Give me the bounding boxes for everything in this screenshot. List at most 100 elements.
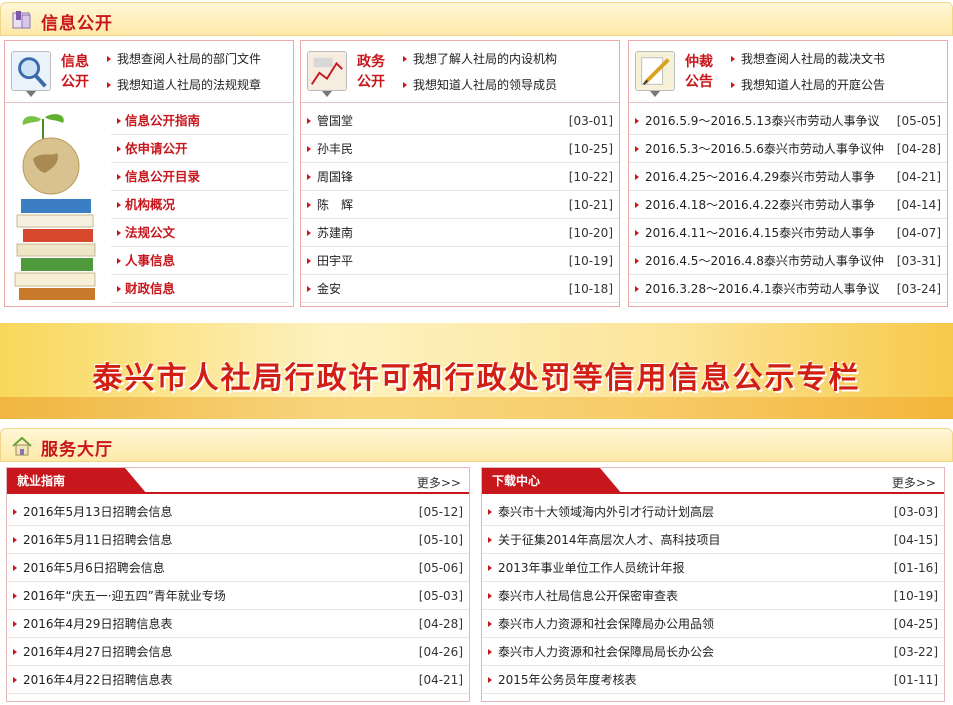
list-item[interactable]: 2016.4.25～2016.4.29泰兴市劳动人事争 [04-21] xyxy=(629,163,947,191)
tab-download-center[interactable]: 下载中心 xyxy=(482,468,622,494)
list-item[interactable]: 孙丰民 [10-25] xyxy=(301,135,619,163)
more-link[interactable]: 更多>> xyxy=(892,474,936,491)
list-item-date: [04-21] xyxy=(892,163,941,190)
list-item-title[interactable]: 陈 辉 xyxy=(317,198,353,212)
list-item[interactable]: 管国堂 [03-01] xyxy=(301,107,619,135)
list-item[interactable]: 2016年4月27日招聘会信息 [04-26] xyxy=(7,638,469,666)
link-regulations[interactable]: 我想知道人社局的法规规章 xyxy=(105,76,261,102)
list-item[interactable]: 田宇平 [10-19] xyxy=(301,247,619,275)
list-item-title[interactable]: 2015年公务员年度考核表 xyxy=(498,673,637,687)
list-item[interactable]: 2016.4.11～2016.4.15泰兴市劳动人事争 [04-07] xyxy=(629,219,947,247)
list-item-title[interactable]: 苏建南 xyxy=(317,226,353,240)
employment-list: 2016年5月13日招聘会信息 [05-12] 2016年5月11日招聘会信息 [05… xyxy=(7,498,469,694)
tab-employment-guide[interactable]: 就业指南 xyxy=(7,468,147,494)
list-item-title[interactable]: 泰兴市人力资源和社会保障局局长办公会 xyxy=(498,645,714,659)
link-hearing-notices[interactable]: 我想知道人社局的开庭公告 xyxy=(729,76,885,102)
list-item[interactable]: 陈 辉 [10-21] xyxy=(301,191,619,219)
chart-icon xyxy=(307,51,347,91)
service-section-title: 服务大厅 xyxy=(41,440,113,460)
list-item[interactable]: 泰兴市人社局信息公开保密审查表 [10-19] xyxy=(482,582,944,610)
list-item-title[interactable]: 2016.4.5～2016.4.8泰兴市劳动人事争议仲 xyxy=(645,254,884,268)
list-item[interactable]: 2015年公务员年度考核表 [01-11] xyxy=(482,666,944,694)
book-icon xyxy=(12,11,31,29)
home-icon xyxy=(12,436,32,456)
list-item[interactable]: 苏建南 [10-20] xyxy=(301,219,619,247)
leader-list: 管国堂 [03-01] 孙丰民 [10-25] 周国锋 [10-22] 陈 辉 [10-21]… xyxy=(301,107,619,303)
list-item[interactable]: 金安 [10-18] xyxy=(301,275,619,303)
list-item[interactable]: 信息公开指南 xyxy=(111,107,289,135)
list-item[interactable]: 2013年事业单位工作人员统计年报 [01-16] xyxy=(482,554,944,582)
list-item-title[interactable]: 2016.4.18～2016.4.22泰兴市劳动人事争 xyxy=(645,198,875,212)
list-item[interactable]: 2016年4月22日招聘信息表 [04-21] xyxy=(7,666,469,694)
credit-info-banner[interactable]: 泰兴市人社局行政许可和行政处罚等信用信息公示专栏 xyxy=(0,323,953,419)
list-item-title[interactable]: 2016年5月6日招聘会信息 xyxy=(23,561,165,575)
list-item-date: [04-15] xyxy=(889,526,938,553)
list-item[interactable]: 关于征集2014年高层次人才、高科技项目 [04-15] xyxy=(482,526,944,554)
list-item-date: [04-25] xyxy=(889,610,938,637)
list-item-title[interactable]: 泰兴市十大领域海内外引才行动计划高层 xyxy=(498,505,714,519)
list-item-title[interactable]: 金安 xyxy=(317,282,341,296)
list-item-title[interactable]: 人事信息 xyxy=(125,253,175,268)
list-item[interactable]: 2016.3.28～2016.4.1泰兴市劳动人事争议 [03-24] xyxy=(629,275,947,303)
list-item-title[interactable]: 周国锋 xyxy=(317,170,353,184)
panel-title: 仲裁公告 xyxy=(685,54,713,90)
list-item-title[interactable]: 泰兴市人力资源和社会保障局办公用品领 xyxy=(498,617,714,631)
list-item-title[interactable]: 依申请公开 xyxy=(125,141,188,156)
link-leaders[interactable]: 我想知道人社局的领导成员 xyxy=(401,76,557,102)
list-item-title[interactable]: 2016年“庆五一·迎五四”青年就业专场 xyxy=(23,589,226,603)
list-item-title[interactable]: 信息公开指南 xyxy=(125,113,200,128)
list-item-date: [05-12] xyxy=(414,498,463,525)
list-item[interactable]: 2016年5月13日招聘会信息 [05-12] xyxy=(7,498,469,526)
list-item[interactable]: 泰兴市人力资源和社会保障局局长办公会 [03-22] xyxy=(482,638,944,666)
list-item-title[interactable]: 2016年4月22日招聘信息表 xyxy=(23,673,172,687)
list-item-title[interactable]: 2016.4.25～2016.4.29泰兴市劳动人事争 xyxy=(645,170,875,184)
list-item-title[interactable]: 关于征集2014年高层次人才、高科技项目 xyxy=(498,533,721,547)
list-item-title[interactable]: 孙丰民 xyxy=(317,142,353,156)
link-internal-orgs[interactable]: 我想了解人社局的内设机构 xyxy=(401,50,557,76)
info-section-header: 信息公开 xyxy=(0,2,953,36)
employment-guide-panel: 就业指南 更多>> 2016年5月13日招聘会信息 [05-12] 2016年5月1… xyxy=(6,467,470,702)
list-item-title[interactable]: 2016年4月27日招聘会信息 xyxy=(23,645,172,659)
list-item[interactable]: 财政信息 xyxy=(111,275,289,303)
list-item[interactable]: 2016年5月6日招聘会信息 [05-06] xyxy=(7,554,469,582)
list-item[interactable]: 2016.4.5～2016.4.8泰兴市劳动人事争议仲 [03-31] xyxy=(629,247,947,275)
list-item[interactable]: 泰兴市人力资源和社会保障局办公用品领 [04-25] xyxy=(482,610,944,638)
list-item-title[interactable]: 2016年4月29日招聘信息表 xyxy=(23,617,172,631)
more-link[interactable]: 更多>> xyxy=(417,474,461,491)
list-item[interactable]: 2016年4月29日招聘信息表 [04-28] xyxy=(7,610,469,638)
list-item-date: [01-16] xyxy=(889,554,938,581)
panel-title: 政务公开 xyxy=(357,54,385,90)
list-item-title[interactable]: 2016.4.11～2016.4.15泰兴市劳动人事争 xyxy=(645,226,875,240)
list-item-title[interactable]: 信息公开目录 xyxy=(125,169,200,184)
list-item[interactable]: 法规公文 xyxy=(111,219,289,247)
list-item-title[interactable]: 2016.3.28～2016.4.1泰兴市劳动人事争议 xyxy=(645,282,880,296)
list-item-title[interactable]: 泰兴市人社局信息公开保密审查表 xyxy=(498,589,678,603)
list-item[interactable]: 2016.5.3～2016.5.6泰兴市劳动人事争议仲 [04-28] xyxy=(629,135,947,163)
list-item-title[interactable]: 2016年5月11日招聘会信息 xyxy=(23,533,172,547)
list-item-title[interactable]: 2016.5.9～2016.5.13泰兴市劳动人事争议 xyxy=(645,114,880,128)
info-section-title: 信息公开 xyxy=(41,14,113,34)
list-item-title[interactable]: 2016年5月13日招聘会信息 xyxy=(23,505,172,519)
list-item[interactable]: 周国锋 [10-22] xyxy=(301,163,619,191)
list-item-title[interactable]: 2016.5.3～2016.5.6泰兴市劳动人事争议仲 xyxy=(645,142,884,156)
list-item[interactable]: 2016.4.18～2016.4.22泰兴市劳动人事争 [04-14] xyxy=(629,191,947,219)
list-item[interactable]: 依申请公开 xyxy=(111,135,289,163)
link-dept-docs[interactable]: 我想查阅人社局的部门文件 xyxy=(105,50,261,76)
list-item[interactable]: 2016年“庆五一·迎五四”青年就业专场 [05-03] xyxy=(7,582,469,610)
list-item[interactable]: 人事信息 xyxy=(111,247,289,275)
link-rulings[interactable]: 我想查阅人社局的裁决文书 xyxy=(729,50,885,76)
list-item-title[interactable]: 机构概况 xyxy=(125,197,175,212)
list-item-title[interactable]: 2013年事业单位工作人员统计年报 xyxy=(498,561,685,575)
list-item-title[interactable]: 田宇平 xyxy=(317,254,353,268)
info-disclosure-panel: 信息公开 我想查阅人社局的部门文件 我想知道人社局的法规规章 信息公开指南 依申请… xyxy=(4,40,294,307)
list-item[interactable]: 信息公开目录 xyxy=(111,163,289,191)
list-item-title[interactable]: 财政信息 xyxy=(125,281,175,296)
list-item-title[interactable]: 管国堂 xyxy=(317,114,353,128)
list-item[interactable]: 2016.5.9～2016.5.13泰兴市劳动人事争议 [05-05] xyxy=(629,107,947,135)
list-item-date: [03-03] xyxy=(889,498,938,525)
list-item[interactable]: 2016年5月11日招聘会信息 [05-10] xyxy=(7,526,469,554)
list-item[interactable]: 泰兴市十大领域海内外引才行动计划高层 [03-03] xyxy=(482,498,944,526)
list-item[interactable]: 机构概况 xyxy=(111,191,289,219)
list-item-title[interactable]: 法规公文 xyxy=(125,225,175,240)
gov-affairs-panel: 政务公开 我想了解人社局的内设机构 我想知道人社局的领导成员 管国堂 [03-01… xyxy=(300,40,620,307)
